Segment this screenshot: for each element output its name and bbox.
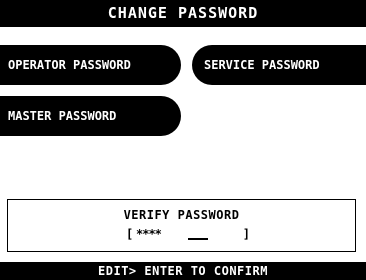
input-cursor bbox=[188, 238, 208, 240]
verify-password-label: VERIFY PASSWORD bbox=[123, 208, 240, 222]
master-password-button[interactable]: MASTER PASSWORD bbox=[0, 96, 181, 136]
bracket-close: ] bbox=[242, 227, 250, 241]
verify-password-panel: VERIFY PASSWORD [ **** ] bbox=[7, 199, 356, 252]
bracket-open: [ bbox=[126, 227, 134, 241]
password-mask: **** bbox=[136, 227, 162, 241]
status-bar: EDIT> ENTER TO CONFIRM bbox=[0, 262, 366, 280]
page-title: CHANGE PASSWORD bbox=[0, 0, 366, 27]
password-input[interactable]: [ **** ] bbox=[126, 226, 250, 242]
service-password-button[interactable]: SERVICE PASSWORD bbox=[192, 45, 366, 85]
operator-password-button[interactable]: OPERATOR PASSWORD bbox=[0, 45, 181, 85]
